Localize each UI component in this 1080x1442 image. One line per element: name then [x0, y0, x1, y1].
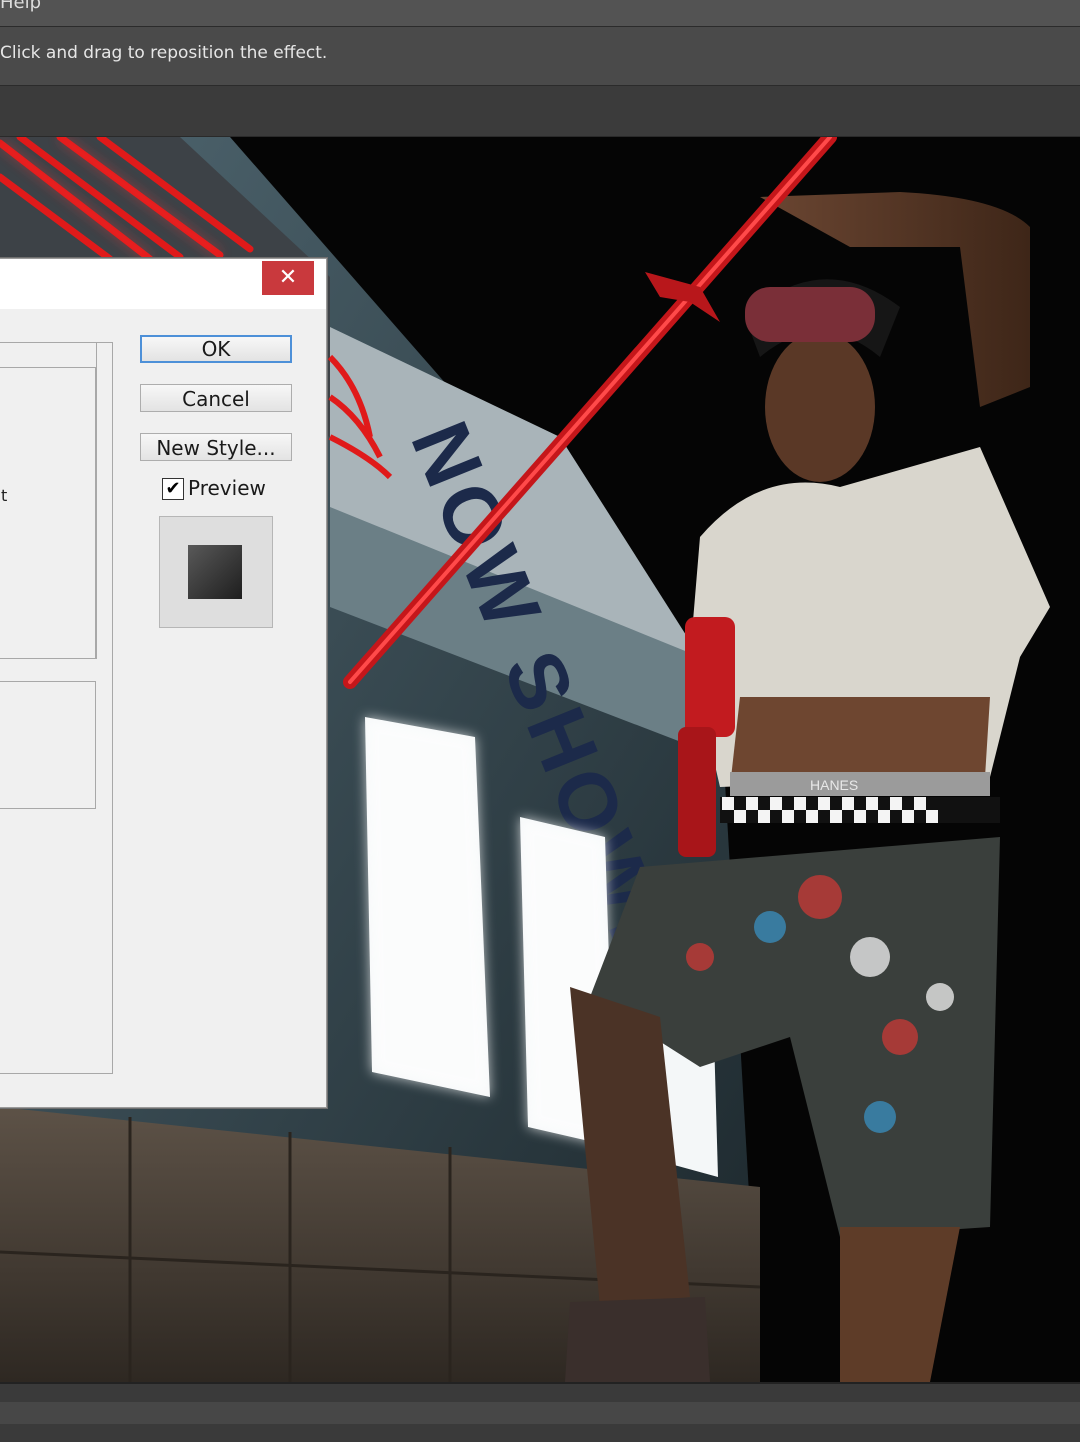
- clipped-label: t: [1, 486, 8, 505]
- options-hint: Click and drag to reposition the effect.: [0, 43, 328, 63]
- styles-list: t: [0, 367, 96, 659]
- new-style-button[interactable]: New Style...: [140, 433, 292, 461]
- style-preview-thumbnail: [159, 516, 273, 628]
- status-bar-strip: [0, 1402, 1080, 1424]
- cancel-button[interactable]: Cancel: [140, 384, 292, 412]
- menu-bar: Help: [0, 0, 1080, 27]
- waistband-text: HANES: [810, 777, 858, 793]
- status-bar: [0, 1382, 1080, 1442]
- style-preview-swatch: [188, 545, 242, 599]
- menu-help[interactable]: Help: [0, 0, 41, 13]
- document-tab-strip: [0, 86, 1080, 137]
- options-bar: Click and drag to reposition the effect.: [0, 27, 1080, 86]
- styles-panel-lower: [0, 681, 96, 809]
- preview-checkbox[interactable]: ✔: [162, 478, 184, 500]
- layer-style-dialog: ✕ t OK Cancel New Style... ✔ Preview: [0, 258, 327, 1108]
- ok-button[interactable]: OK: [140, 335, 292, 363]
- close-button[interactable]: ✕: [262, 261, 314, 295]
- preview-label: Preview: [188, 476, 266, 500]
